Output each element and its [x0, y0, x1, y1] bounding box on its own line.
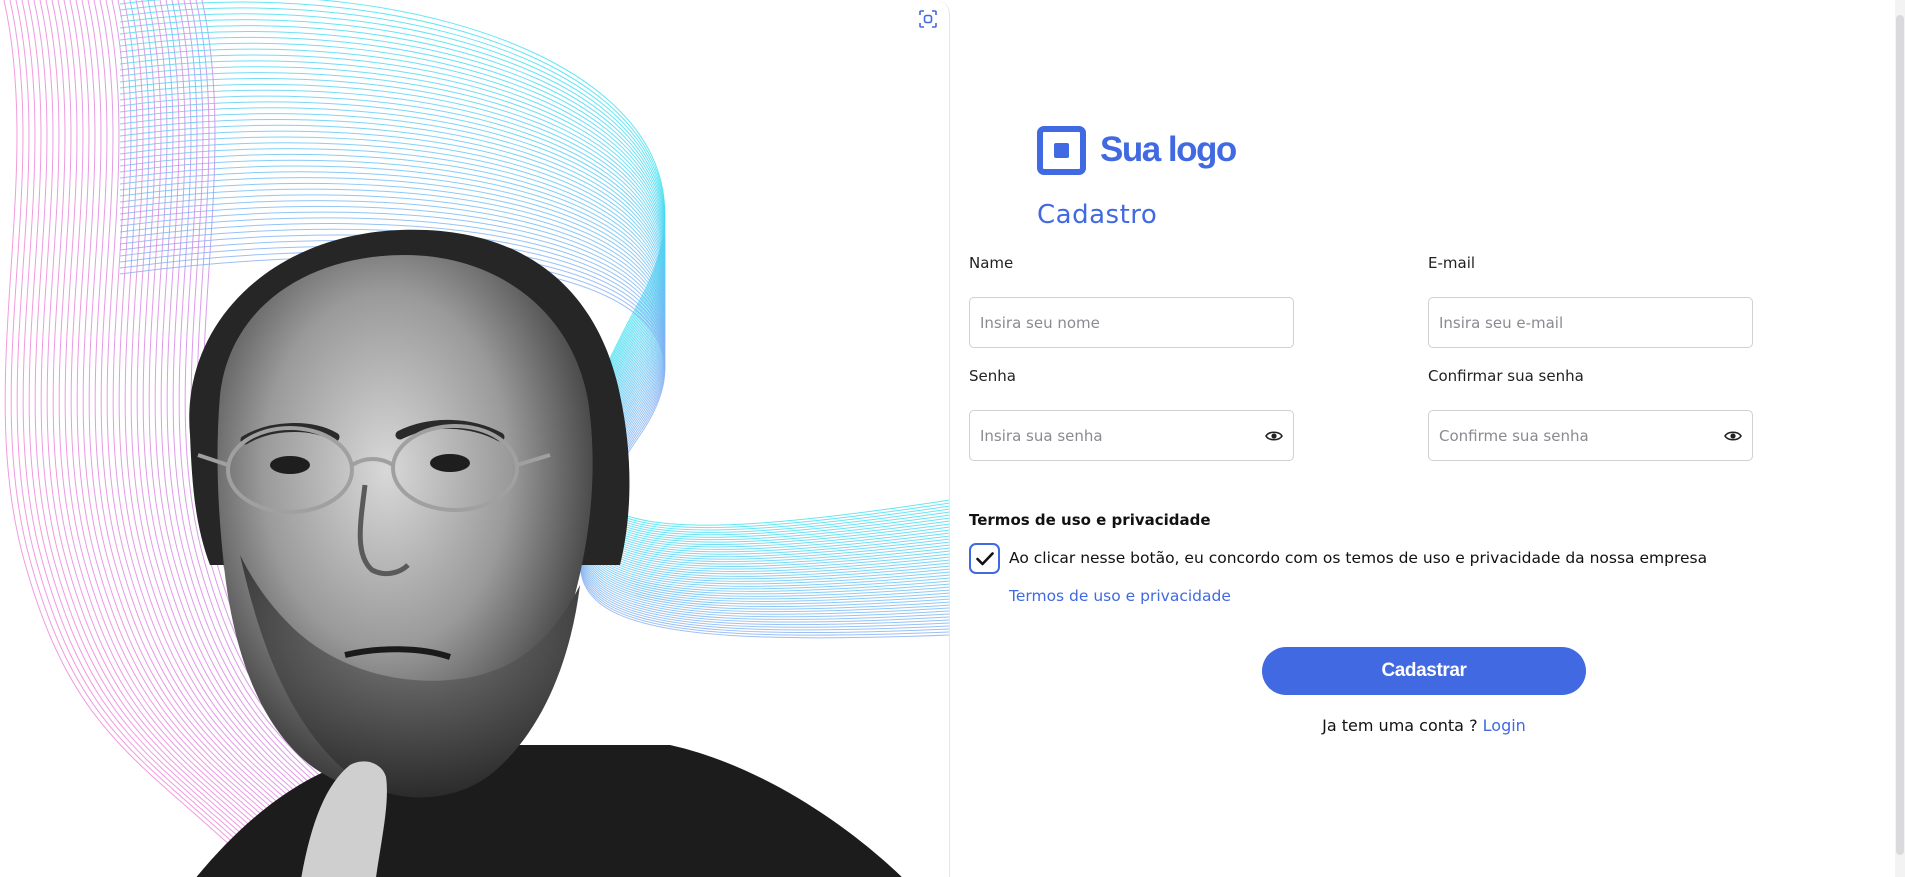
email-input[interactable]	[1439, 313, 1742, 332]
eye-icon[interactable]	[1265, 427, 1283, 445]
terms-link[interactable]: Termos de uso e privacidade	[1009, 587, 1231, 605]
confirm-password-label: Confirmar sua senha	[1428, 367, 1584, 385]
password-field[interactable]	[969, 410, 1294, 461]
form-title: Cadastro	[1037, 200, 1158, 230]
logo-mark-icon	[1037, 125, 1086, 175]
name-field[interactable]	[969, 297, 1294, 348]
hero-panel	[0, 0, 950, 877]
page-scrollbar[interactable]	[1895, 0, 1905, 877]
terms-agreement-text: Ao clicar nesse botão, eu concordo com o…	[1009, 549, 1708, 567]
confirm-password-field[interactable]	[1428, 410, 1753, 461]
signup-page: Sua logo Cadastro Name E-mail Senha Conf…	[0, 0, 1905, 877]
name-label: Name	[969, 254, 1014, 272]
login-link[interactable]: Login	[1483, 716, 1526, 735]
eye-icon[interactable]	[1724, 427, 1742, 445]
email-field[interactable]	[1428, 297, 1753, 348]
terms-heading: Termos de uso e privacidade	[969, 511, 1211, 529]
login-prompt: Ja tem uma conta ?	[1322, 716, 1478, 735]
focus-frame-button[interactable]	[917, 8, 939, 30]
scrollbar-thumb[interactable]	[1896, 15, 1904, 855]
hero-portrait-image	[189, 229, 902, 877]
email-label: E-mail	[1428, 254, 1476, 272]
brand-logo: Sua logo	[1037, 125, 1237, 175]
password-label: Senha	[969, 367, 1016, 385]
name-input[interactable]	[980, 313, 1283, 332]
logo-text: Sua logo	[1100, 130, 1237, 169]
login-row: Ja tem uma conta ? Login	[1262, 716, 1586, 735]
terms-checkbox[interactable]	[969, 543, 1000, 574]
confirm-password-input[interactable]	[1439, 426, 1724, 445]
focus-frame-icon	[919, 10, 937, 28]
check-icon	[975, 551, 994, 565]
register-button[interactable]: Cadastrar	[1262, 647, 1586, 695]
password-input[interactable]	[980, 426, 1265, 445]
